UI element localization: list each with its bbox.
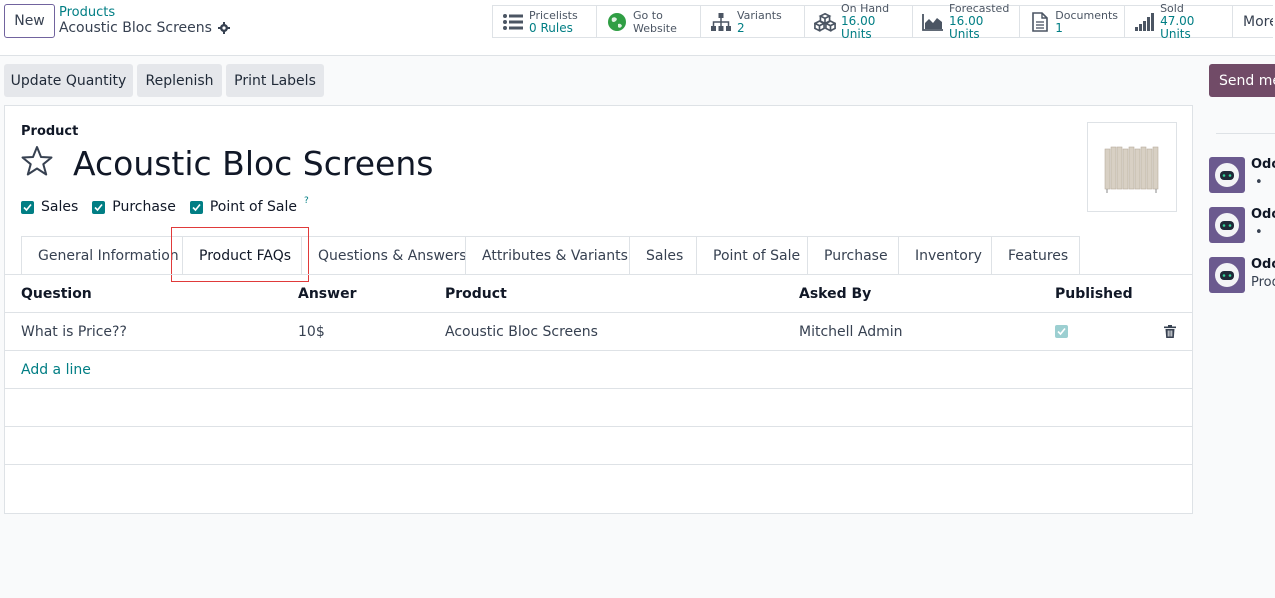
tab-sales[interactable]: Sales: [629, 236, 697, 274]
sales-checkbox[interactable]: Sales: [21, 199, 78, 215]
smart-value: Website: [633, 21, 677, 35]
variants-button[interactable]: Variants 2: [701, 6, 805, 37]
product-image[interactable]: [1087, 122, 1177, 212]
breadcrumb-products[interactable]: Products: [59, 5, 115, 20]
forecasted-button[interactable]: Forecasted 16.00 Units: [913, 2, 1020, 41]
chatter-divider: [1216, 133, 1275, 134]
smart-value: 47.00 Units: [1160, 14, 1195, 41]
column-asked-by[interactable]: Asked By: [799, 275, 871, 312]
smart-label: Variants: [737, 8, 782, 22]
cubes-icon: [814, 11, 836, 33]
question-cell[interactable]: What is Price??: [21, 313, 127, 350]
smart-value: 2: [737, 20, 745, 35]
record-name: Acoustic Bloc Screens: [59, 20, 212, 36]
column-question[interactable]: Question: [21, 275, 92, 312]
check-icon[interactable]: [189, 200, 203, 214]
column-answer[interactable]: Answer: [298, 275, 356, 312]
smart-value: 1: [1055, 20, 1063, 35]
message-body: •: [1255, 225, 1263, 240]
star-icon[interactable]: [20, 144, 54, 178]
tab-features[interactable]: Features: [991, 236, 1080, 274]
table-header: Question Answer Product Asked By Publish…: [5, 274, 1192, 312]
product-label: Product: [21, 124, 79, 139]
update-quantity-button[interactable]: Update Quantity: [4, 64, 133, 97]
gear-icon[interactable]: [217, 22, 230, 34]
checkbox-label: Sales: [41, 199, 79, 215]
point-of-sale-checkbox[interactable]: Point of Sale ?: [189, 196, 309, 215]
document-icon: [1029, 11, 1050, 33]
checkbox-label: Point of Sale: [209, 199, 297, 215]
column-product[interactable]: Product: [445, 275, 507, 312]
documents-button[interactable]: Documents 1: [1020, 6, 1125, 37]
trash-icon[interactable]: [1164, 313, 1176, 350]
smart-label: Go to: [633, 8, 663, 22]
chatter-message: OdooBot •: [1209, 157, 1275, 197]
tab-questions-answers[interactable]: Questions & Answers: [301, 236, 467, 274]
on-hand-button[interactable]: On Hand 16.00 Units: [805, 2, 913, 41]
message-author[interactable]: OdooBot: [1251, 257, 1275, 272]
message-author[interactable]: OdooBot: [1251, 207, 1275, 222]
breadcrumb-current: Acoustic Bloc Screens: [59, 20, 230, 36]
more-button[interactable]: More: [1233, 6, 1273, 37]
product-cell[interactable]: Acoustic Bloc Screens: [445, 313, 598, 350]
sitemap-icon: [710, 11, 732, 33]
help-tooltip[interactable]: ?: [304, 196, 309, 206]
new-button[interactable]: New: [4, 4, 55, 38]
empty-row: [5, 464, 1192, 502]
tab-purchase[interactable]: Purchase: [807, 236, 899, 274]
list-icon: [502, 11, 524, 33]
smart-label: Documents: [1055, 8, 1118, 22]
faq-list: Question Answer Product Asked By Publish…: [5, 274, 1192, 502]
smart-value: 16.00 Units: [841, 14, 876, 41]
asked-by-cell[interactable]: Mitchell Admin: [799, 313, 903, 350]
message-body: •: [1255, 175, 1263, 190]
tab-general-information[interactable]: General Information: [21, 236, 183, 274]
chatter-message: OdooBot •: [1209, 207, 1275, 247]
tab-inventory[interactable]: Inventory: [898, 236, 992, 274]
send-message-button[interactable]: Send message: [1209, 64, 1275, 97]
avatar[interactable]: [1209, 157, 1245, 193]
message-body: Product created: [1251, 275, 1275, 290]
check-icon[interactable]: [92, 200, 106, 214]
print-labels-button[interactable]: Print Labels: [226, 64, 324, 97]
sold-button[interactable]: Sold 47.00 Units: [1125, 2, 1233, 41]
avatar[interactable]: [1209, 207, 1245, 243]
check-icon[interactable]: [21, 200, 34, 214]
checkbox-label: Purchase: [112, 199, 176, 215]
check-icon[interactable]: [1055, 325, 1068, 338]
column-published[interactable]: Published: [1055, 275, 1133, 312]
smart-buttons: Pricelists 0 Rules Go to Website Variants 2…: [492, 2, 1273, 41]
pricelists-button[interactable]: Pricelists 0 Rules: [493, 6, 597, 37]
message-author[interactable]: OdooBot: [1251, 157, 1275, 172]
empty-row: [5, 426, 1192, 464]
area-chart-icon: [922, 11, 944, 33]
form-sheet: Product Acoustic Bloc Screens Sales Purc…: [4, 105, 1193, 514]
purchase-checkbox[interactable]: Purchase: [92, 199, 176, 215]
published-checkbox[interactable]: [1055, 313, 1068, 350]
tab-attributes-variants[interactable]: Attributes & Variants: [465, 236, 630, 274]
add-line-row: Add a line: [5, 350, 1192, 388]
smart-value: 16.00 Units: [949, 14, 984, 41]
replenish-button[interactable]: Replenish: [137, 64, 222, 97]
product-name-field[interactable]: Acoustic Bloc Screens: [73, 144, 433, 183]
control-panel: New Products Acoustic Bloc Screens Price…: [0, 0, 1275, 56]
smart-value: 0 Rules: [529, 20, 573, 35]
chatter-message: OdooBot Product created: [1209, 257, 1275, 297]
table-row[interactable]: What is Price?? 10$ Acoustic Bloc Screen…: [5, 312, 1192, 350]
tab-point-of-sale[interactable]: Point of Sale: [696, 236, 808, 274]
notebook-tabs: General Information Product FAQs Questio…: [21, 236, 1080, 274]
product-options: Sales Purchase Point of Sale ?: [21, 196, 309, 215]
tab-product-faqs[interactable]: Product FAQs: [182, 236, 302, 274]
empty-row: [5, 388, 1192, 426]
add-a-line-link[interactable]: Add a line: [21, 351, 91, 388]
answer-cell[interactable]: 10$: [298, 313, 325, 350]
avatar[interactable]: [1209, 257, 1245, 293]
globe-icon: [606, 11, 628, 33]
smart-label: Pricelists: [529, 8, 578, 22]
signal-icon: [1134, 11, 1155, 33]
go-to-website-button[interactable]: Go to Website: [597, 6, 701, 37]
